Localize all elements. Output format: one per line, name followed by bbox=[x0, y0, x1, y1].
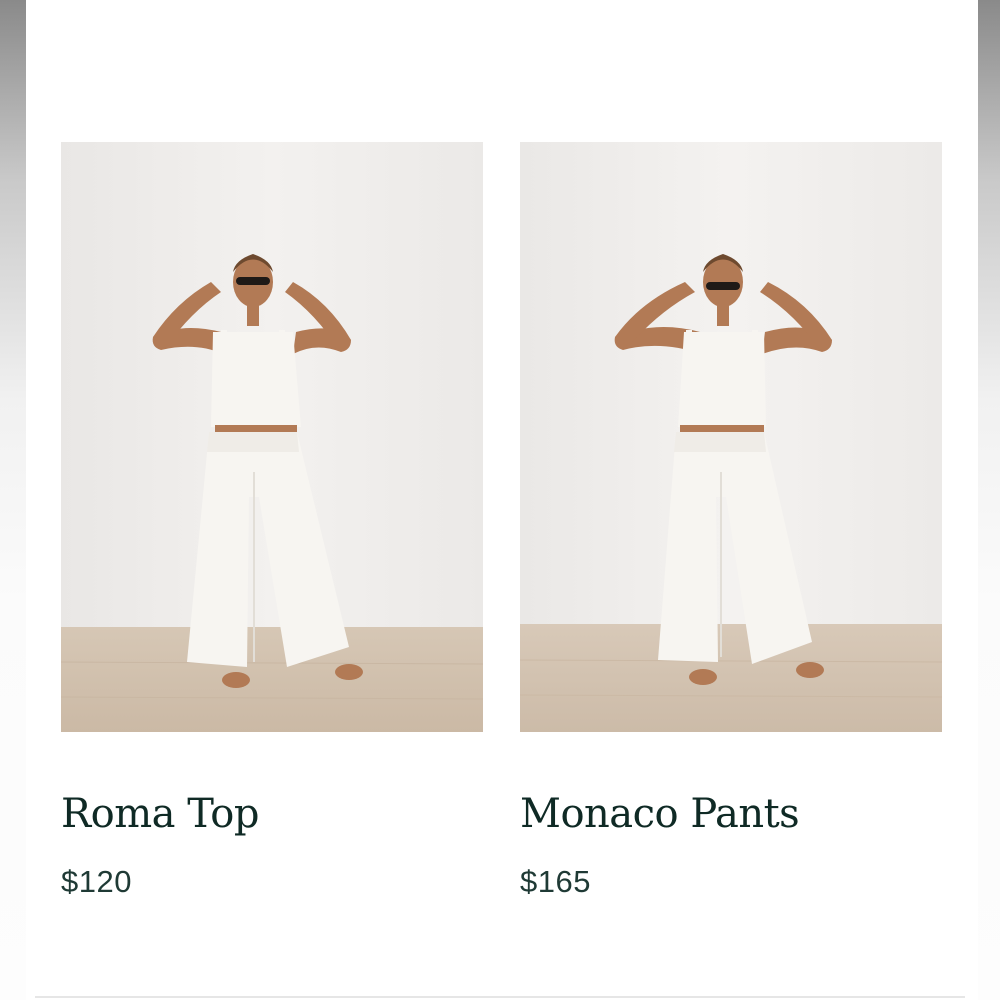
left-edge-shadow bbox=[0, 0, 26, 1000]
product-image[interactable] bbox=[520, 142, 942, 732]
product-grid: Roma Top $120 Monaco Pants $165 bbox=[26, 0, 978, 1000]
product-price: $120 bbox=[61, 864, 132, 899]
product-card[interactable]: Monaco Pants $165 bbox=[520, 142, 942, 900]
product-price: $165 bbox=[520, 864, 591, 899]
divider bbox=[35, 996, 965, 998]
model-white-linen-set-photo bbox=[61, 142, 483, 732]
screen: Roma Top $120 Monaco Pants $165 bbox=[0, 0, 1000, 1000]
product-title[interactable]: Roma Top bbox=[61, 790, 483, 838]
product-title[interactable]: Monaco Pants bbox=[520, 790, 942, 838]
model-white-linen-set-photo bbox=[520, 142, 942, 732]
product-image[interactable] bbox=[61, 142, 483, 732]
product-card[interactable]: Roma Top $120 bbox=[61, 142, 483, 900]
